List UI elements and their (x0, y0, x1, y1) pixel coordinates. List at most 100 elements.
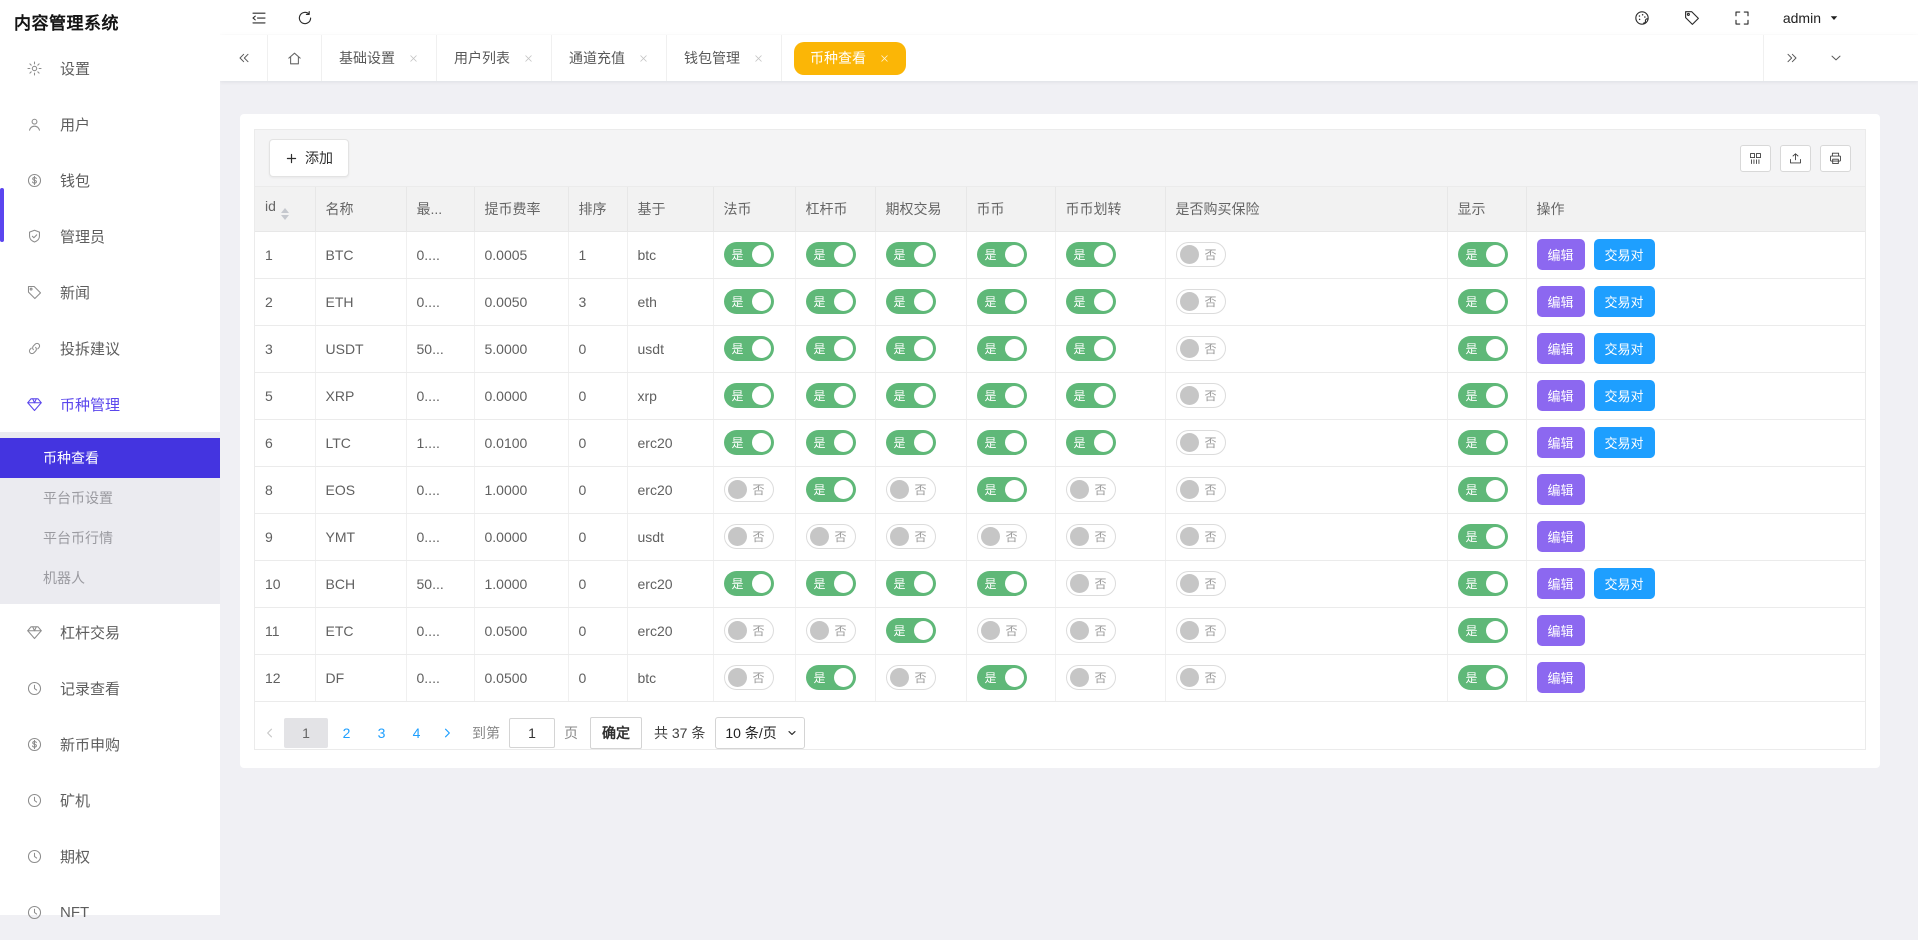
sidebar-item[interactable]: 管理员 (0, 208, 220, 264)
tab-close-icon[interactable] (879, 53, 890, 64)
tab-close-icon[interactable] (638, 53, 649, 64)
print-button[interactable] (1820, 145, 1851, 172)
sidebar-scrollbar-thumb[interactable] (0, 188, 4, 242)
toggle-off[interactable]: 否 (1066, 571, 1116, 596)
sidebar-item[interactable]: 币种管理 (0, 376, 220, 432)
toggle-on[interactable]: 是 (724, 571, 774, 596)
page-size-select[interactable]: 10 条/页 (715, 717, 805, 749)
toggle-off[interactable]: 否 (806, 618, 856, 643)
tabs-menu-icon[interactable] (1828, 50, 1844, 66)
sidebar-subitem[interactable]: 机器人 (0, 558, 220, 598)
edit-button[interactable]: 编辑 (1537, 521, 1585, 552)
tab[interactable]: 币种查看 (794, 42, 906, 75)
refresh-icon[interactable] (296, 9, 314, 27)
trading-pair-button[interactable]: 交易对 (1594, 380, 1655, 411)
trading-pair-button[interactable]: 交易对 (1594, 239, 1655, 270)
trading-pair-button[interactable]: 交易对 (1594, 333, 1655, 364)
toggle-on[interactable]: 是 (1458, 430, 1508, 455)
export-button[interactable] (1780, 145, 1811, 172)
toggle-on[interactable]: 是 (724, 430, 774, 455)
toggle-on[interactable]: 是 (1458, 524, 1508, 549)
toggle-off[interactable]: 否 (1066, 477, 1116, 502)
toggle-on[interactable]: 是 (977, 383, 1027, 408)
confirm-button[interactable]: 确定 (590, 717, 642, 749)
toggle-off[interactable]: 否 (1176, 336, 1226, 361)
sidebar-item[interactable]: 期权 (0, 828, 220, 884)
sidebar-item[interactable]: 钱包 (0, 152, 220, 208)
sidebar-item[interactable]: 新币申购 (0, 716, 220, 772)
toggle-off[interactable]: 否 (724, 524, 774, 549)
tab-close-icon[interactable] (753, 53, 764, 64)
edit-button[interactable]: 编辑 (1537, 662, 1585, 693)
toggle-off[interactable]: 否 (1176, 430, 1226, 455)
toggle-on[interactable]: 是 (1458, 665, 1508, 690)
sidebar-item[interactable]: 杠杆交易 (0, 604, 220, 660)
columns-toggle-button[interactable] (1740, 145, 1771, 172)
toggle-on[interactable]: 是 (1458, 477, 1508, 502)
edit-button[interactable]: 编辑 (1537, 615, 1585, 646)
toggle-on[interactable]: 是 (806, 289, 856, 314)
edit-button[interactable]: 编辑 (1537, 239, 1585, 270)
toggle-on[interactable]: 是 (724, 383, 774, 408)
toggle-on[interactable]: 是 (1066, 336, 1116, 361)
sort-icon[interactable] (281, 208, 289, 220)
toggle-on[interactable]: 是 (977, 665, 1027, 690)
tab[interactable]: 钱包管理 (667, 35, 782, 81)
toggle-off[interactable]: 否 (806, 524, 856, 549)
toggle-off[interactable]: 否 (1176, 524, 1226, 549)
toggle-on[interactable]: 是 (886, 571, 936, 596)
tab[interactable]: 用户列表 (437, 35, 552, 81)
toggle-on[interactable]: 是 (1066, 430, 1116, 455)
tabs-scroll-left-icon[interactable] (220, 35, 268, 81)
edit-button[interactable]: 编辑 (1537, 427, 1585, 458)
toggle-on[interactable]: 是 (724, 242, 774, 267)
toggle-on[interactable]: 是 (886, 618, 936, 643)
toggle-off[interactable]: 否 (886, 524, 936, 549)
toggle-on[interactable]: 是 (886, 430, 936, 455)
toggle-on[interactable]: 是 (1458, 571, 1508, 596)
tab[interactable]: 基础设置 (322, 35, 437, 81)
add-button[interactable]: 添加 (269, 139, 349, 177)
toggle-off[interactable]: 否 (724, 665, 774, 690)
toggle-on[interactable]: 是 (886, 336, 936, 361)
page-number[interactable]: 4 (400, 718, 433, 748)
trading-pair-button[interactable]: 交易对 (1594, 427, 1655, 458)
toggle-on[interactable]: 是 (977, 571, 1027, 596)
sidebar-subitem[interactable]: 平台币设置 (0, 478, 220, 518)
toggle-off[interactable]: 否 (1176, 242, 1226, 267)
toggle-on[interactable]: 是 (977, 477, 1027, 502)
trading-pair-button[interactable]: 交易对 (1594, 286, 1655, 317)
toggle-on[interactable]: 是 (806, 430, 856, 455)
theme-palette-icon[interactable] (1633, 9, 1651, 27)
toggle-off[interactable]: 否 (1066, 524, 1116, 549)
toggle-on[interactable]: 是 (886, 242, 936, 267)
toggle-on[interactable]: 是 (806, 665, 856, 690)
toggle-on[interactable]: 是 (806, 477, 856, 502)
toggle-off[interactable]: 否 (724, 477, 774, 502)
edit-button[interactable]: 编辑 (1537, 380, 1585, 411)
toggle-off[interactable]: 否 (1176, 618, 1226, 643)
page-number[interactable]: 1 (284, 718, 328, 748)
toggle-on[interactable]: 是 (1066, 383, 1116, 408)
toggle-on[interactable]: 是 (806, 336, 856, 361)
toggle-on[interactable]: 是 (724, 336, 774, 361)
trading-pair-button[interactable]: 交易对 (1594, 568, 1655, 599)
toggle-on[interactable]: 是 (977, 242, 1027, 267)
toggle-on[interactable]: 是 (1458, 289, 1508, 314)
edit-button[interactable]: 编辑 (1537, 333, 1585, 364)
tabs-scroll-right-icon[interactable] (1784, 50, 1800, 66)
sidebar-item[interactable]: NFT (0, 884, 220, 940)
collapse-sidebar-icon[interactable] (250, 9, 268, 27)
toggle-on[interactable]: 是 (806, 571, 856, 596)
tab-close-icon[interactable] (408, 53, 419, 64)
toggle-off[interactable]: 否 (1176, 665, 1226, 690)
toggle-on[interactable]: 是 (886, 383, 936, 408)
toggle-off[interactable]: 否 (886, 477, 936, 502)
tab-home[interactable] (268, 35, 322, 81)
sidebar-item[interactable]: 设置 (0, 40, 220, 96)
next-page-icon[interactable] (434, 719, 460, 747)
edit-button[interactable]: 编辑 (1537, 474, 1585, 505)
toggle-on[interactable]: 是 (977, 430, 1027, 455)
page-number[interactable]: 3 (365, 718, 398, 748)
toggle-off[interactable]: 否 (1066, 665, 1116, 690)
